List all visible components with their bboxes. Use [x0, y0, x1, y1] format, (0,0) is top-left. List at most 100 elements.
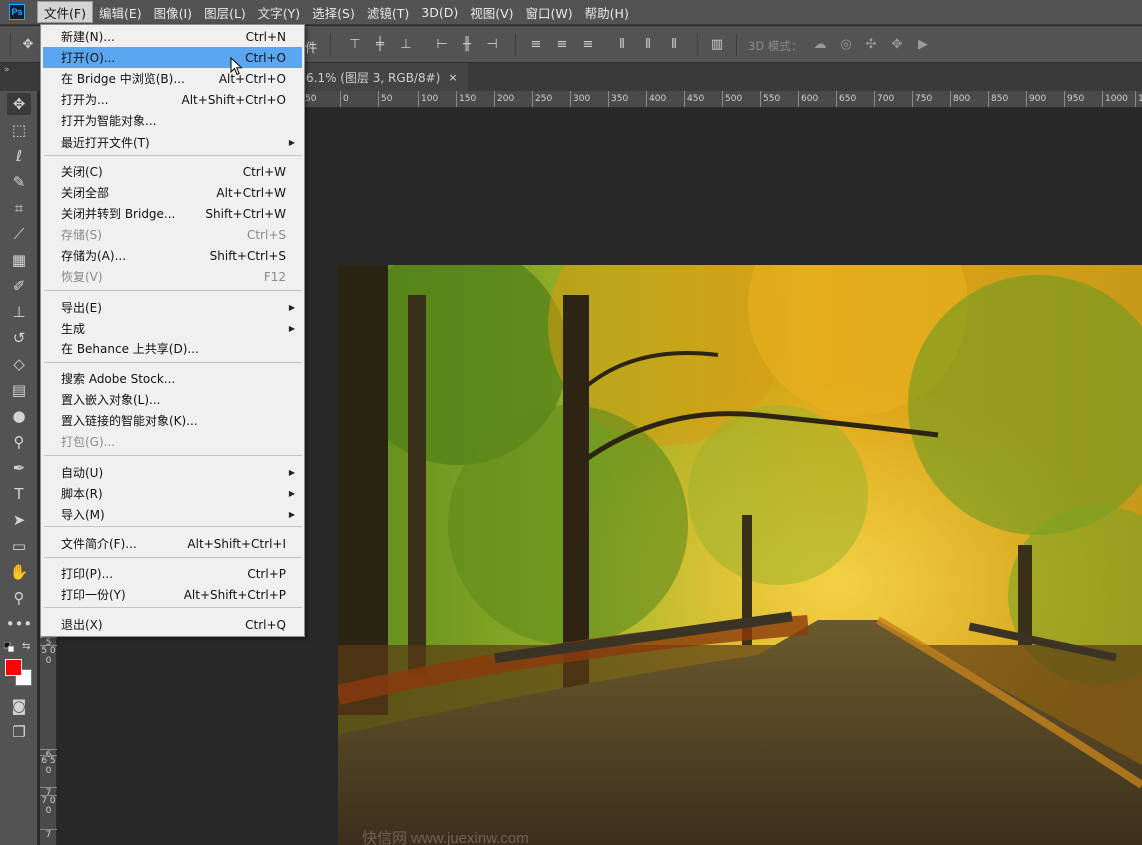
align-hcenter-icon[interactable]: ╫ [459, 36, 475, 52]
file-menu-item[interactable]: 关闭全部 Alt+Ctrl+W [43, 182, 302, 203]
brush-tool-icon[interactable]: ✐ [7, 275, 31, 297]
ruler-tick-label: 550 [760, 91, 780, 107]
menu-item-label: 打开为智能对象... [61, 114, 157, 128]
file-menu-item[interactable]: 置入嵌入对象(L)... [43, 389, 302, 410]
gradient-tool-icon[interactable]: ▤ [7, 379, 31, 401]
default-colors-icon[interactable] [4, 642, 14, 652]
blur-tool-icon[interactable]: ● [7, 405, 31, 427]
file-menu-item[interactable]: 脚本(R) ▶ [43, 483, 302, 504]
marquee-tool-icon[interactable]: ⬚ [7, 119, 31, 141]
lasso-tool-icon[interactable]: ℓ [7, 145, 31, 167]
file-menu-item[interactable]: 关闭并转到 Bridge... Shift+Ctrl+W [43, 203, 302, 224]
file-menu-item[interactable]: 导出(E) ▶ [43, 297, 302, 318]
file-menu-item[interactable]: 新建(N)... Ctrl+N [43, 26, 302, 47]
menu-3[interactable]: 图层(L) [198, 1, 252, 23]
menu-item-shortcut: Shift+Ctrl+W [205, 206, 286, 221]
file-menu-item[interactable]: 在 Behance 上共享(D)... [43, 338, 302, 359]
file-menu-item[interactable]: 打开为智能对象... [43, 110, 302, 131]
rectangle-tool-icon[interactable]: ▭ [7, 535, 31, 557]
menu-item-label: 自动(U) [61, 466, 104, 480]
zoom-tool-icon[interactable]: ⚲ [7, 587, 31, 609]
collapse-panel-icon[interactable]: » [4, 65, 10, 75]
file-menu-item[interactable]: 导入(M) ▶ [43, 504, 302, 525]
file-menu-item[interactable]: 恢复(V) F12 [43, 266, 302, 287]
3d-roll-icon[interactable]: ◎ [838, 36, 854, 52]
align-right-icon[interactable]: ⊣ [484, 36, 500, 52]
menu-10[interactable]: 帮助(H) [579, 1, 635, 23]
move-tool-icon[interactable]: ✥ [20, 36, 36, 52]
distribute-bottom-icon[interactable]: ≡ [580, 36, 596, 52]
distribute-vcenter-icon[interactable]: ≡ [554, 36, 570, 52]
menu-items: 文件(F) 编辑(E) 图像(I) 图层(L) 文字(Y) 选择(S) 滤镜(T) 3D(D)… [37, 0, 635, 25]
menu-8[interactable]: 视图(V) [464, 1, 519, 23]
file-menu-item[interactable]: 存储为(A)... Shift+Ctrl+S [43, 245, 302, 266]
file-menu-item[interactable]: 搜索 Adobe Stock... [43, 368, 302, 389]
healing-brush-tool-icon[interactable]: ▦ [7, 249, 31, 271]
3d-pan-icon[interactable]: ✣ [863, 36, 879, 52]
distribute-right-icon[interactable]: ⦀ [666, 36, 682, 52]
file-menu-item[interactable]: 置入链接的智能对象(K)... [43, 410, 302, 431]
auto-align-icon[interactable]: ▥ [709, 36, 725, 52]
file-menu-item[interactable]: 生成 ▶ [43, 318, 302, 339]
pen-tool-icon[interactable]: ✒ [7, 457, 31, 479]
3d-scale-icon[interactable]: ▶ [915, 36, 931, 52]
3d-slide-icon[interactable]: ✥ [889, 36, 905, 52]
menu-1[interactable]: 编辑(E) [93, 1, 148, 23]
file-menu-item[interactable]: 自动(U) ▶ [43, 462, 302, 483]
menu-item-label: 最近打开文件(T) [61, 136, 150, 150]
dodge-tool-icon[interactable]: ⚲ [7, 431, 31, 453]
history-brush-tool-icon[interactable]: ↺ [7, 327, 31, 349]
ruler-tick-label: 400 [646, 91, 666, 107]
document-tab-title: 6.1% (图层 3, RGB/8#) [306, 70, 441, 85]
menu-4[interactable]: 文字(Y) [252, 1, 306, 23]
eraser-tool-icon[interactable]: ◇ [7, 353, 31, 375]
align-left-icon[interactable]: ⊢ [434, 36, 450, 52]
align-bottom-icon[interactable]: ⊥ [398, 36, 414, 52]
file-menu-item[interactable]: 存储(S) Ctrl+S [43, 224, 302, 245]
file-menu-item[interactable]: 最近打开文件(T) ▶ [43, 132, 302, 153]
3d-orbit-icon[interactable]: ☁ [812, 36, 828, 52]
file-menu-item[interactable]: 打开为... Alt+Shift+Ctrl+O [43, 89, 302, 110]
file-menu-item[interactable]: 打印(P)... Ctrl+P [43, 563, 302, 584]
align-vcenter-icon[interactable]: ╪ [372, 36, 388, 52]
menu-0[interactable]: 文件(F) [37, 1, 93, 23]
document-tab[interactable]: 6.1% (图层 3, RGB/8#) × [300, 63, 468, 91]
file-menu-item[interactable]: 打包(G)... [43, 431, 302, 452]
ruler-tick-label: 350 [608, 91, 628, 107]
file-menu-item[interactable]: 关闭(C) Ctrl+W [43, 161, 302, 182]
hand-tool-icon[interactable]: ✋ [7, 561, 31, 583]
distribute-top-icon[interactable]: ≡ [528, 36, 544, 52]
move-tool-icon[interactable]: ✥ [7, 93, 31, 115]
crop-tool-icon[interactable]: ⌗ [7, 197, 31, 219]
menu-9[interactable]: 窗口(W) [520, 1, 579, 23]
foreground-color-swatch[interactable] [5, 659, 22, 676]
menu-6[interactable]: 滤镜(T) [361, 1, 415, 23]
menu-7[interactable]: 3D(D) [415, 1, 464, 23]
ruler-tick-label: 500 [722, 91, 742, 107]
more-tools-icon[interactable]: ••• [6, 613, 33, 635]
quick-mask-icon[interactable]: ◙ [7, 695, 31, 717]
file-menu-item[interactable]: 打开(O)... Ctrl+O [43, 47, 302, 68]
file-menu-item[interactable]: 退出(X) Ctrl+Q [43, 614, 302, 635]
document-image[interactable] [338, 265, 1142, 845]
file-menu-item[interactable]: 文件简介(F)... Alt+Shift+Ctrl+I [43, 533, 302, 554]
file-menu-item[interactable]: 在 Bridge 中浏览(B)... Alt+Ctrl+O [43, 68, 302, 89]
align-top-icon[interactable]: ⊤ [347, 36, 363, 52]
close-icon[interactable]: × [448, 71, 457, 84]
screen-mode-icon[interactable]: ❐ [7, 721, 31, 743]
clone-stamp-tool-icon[interactable]: ⊥ [7, 301, 31, 323]
path-selection-tool-icon[interactable]: ➤ [7, 509, 31, 531]
eyedropper-tool-icon[interactable]: ⟋ [7, 223, 31, 245]
type-tool-icon[interactable]: T [7, 483, 31, 505]
menu-item-label: 恢复(V) [61, 270, 103, 284]
swap-colors-icon[interactable]: ⇆ [22, 641, 30, 652]
menu-2[interactable]: 图像(I) [148, 1, 198, 23]
file-menu-item[interactable]: 打印一份(Y) Alt+Shift+Ctrl+P [43, 584, 302, 605]
menu-5[interactable]: 选择(S) [306, 1, 361, 23]
menu-separator [44, 290, 302, 291]
distribute-left-icon[interactable]: ⦀ [614, 36, 630, 52]
distribute-hcenter-icon[interactable]: ⦀ [640, 36, 656, 52]
ruler-tick-label: 700 [874, 91, 894, 107]
quick-select-tool-icon[interactable]: ✎ [7, 171, 31, 193]
ruler-tick-label: 250 [532, 91, 552, 107]
